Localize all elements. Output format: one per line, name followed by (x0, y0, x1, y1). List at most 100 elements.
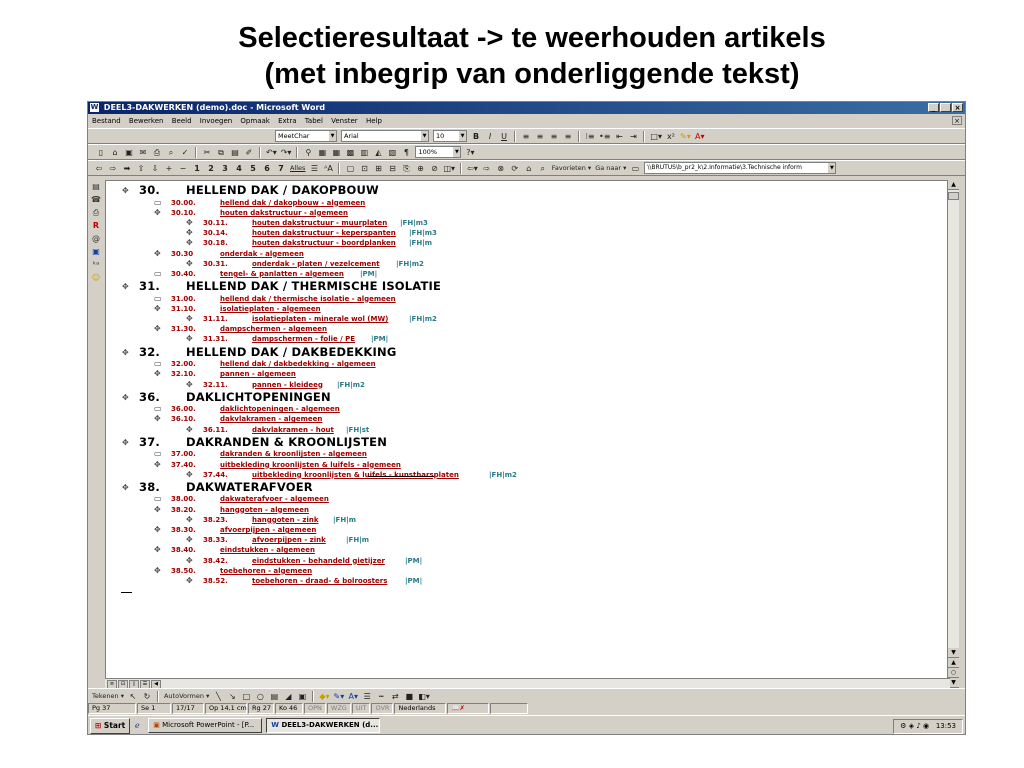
clipart-icon[interactable]: ▣ (297, 691, 307, 702)
undo-icon[interactable]: ↶▾ (266, 147, 277, 158)
task-word[interactable]: W DEEL3-DAKWERKEN (d... (266, 718, 381, 733)
tables-borders-icon[interactable]: ▦ (317, 147, 327, 158)
expand-marker-icon[interactable]: ✥ (122, 393, 129, 403)
scroll-up-icon[interactable]: ▲ (948, 180, 959, 190)
superscript-icon[interactable]: x² (666, 131, 676, 142)
level-6-button[interactable]: 6 (262, 163, 272, 174)
show-formatting-icon[interactable]: ᴬA (323, 163, 333, 174)
lock-document-icon[interactable]: ◫▾ (443, 163, 455, 174)
phone-icon[interactable]: ☎ (90, 194, 102, 206)
remove-subdoc-icon[interactable]: ⊟ (387, 163, 397, 174)
expand-marker-icon[interactable]: ✥ (186, 314, 193, 324)
collapse-marker-icon[interactable]: ▭ (154, 494, 162, 504)
shield-icon[interactable]: ◈ (909, 722, 914, 730)
border-icon[interactable]: □▾ (650, 131, 662, 142)
expand-marker-icon[interactable]: ✥ (186, 556, 193, 566)
document-close-button[interactable]: × (952, 116, 962, 125)
create-subdoc-icon[interactable]: ⊞ (373, 163, 383, 174)
menu-venster[interactable]: Venster (331, 117, 358, 125)
status-track-changes[interactable]: WZG (326, 703, 351, 714)
print-icon[interactable]: ⎙ (152, 147, 162, 158)
align-right-icon[interactable]: ≡ (549, 131, 559, 142)
collapse-marker-icon[interactable]: ▭ (154, 359, 162, 369)
rectangle-icon[interactable]: □ (241, 691, 251, 702)
expand-marker-icon[interactable]: ✥ (186, 259, 193, 269)
arrow-icon[interactable]: ↘ (227, 691, 237, 702)
expand-marker-icon[interactable]: ✥ (154, 545, 161, 555)
merge-subdoc-icon[interactable]: ⊕ (415, 163, 425, 174)
status-record[interactable]: OPN (304, 703, 326, 714)
spelling-status-icon[interactable]: 📖✗ (447, 703, 490, 714)
highlight-icon[interactable]: ✎▾ (680, 131, 691, 142)
expand-marker-icon[interactable]: ✥ (186, 218, 193, 228)
drawing-font-color-icon[interactable]: A▾ (348, 691, 359, 702)
collapse-marker-icon[interactable]: ▭ (154, 294, 162, 304)
expand-marker-icon[interactable]: ✥ (154, 249, 161, 259)
address-combo[interactable]: \\BRUTUS\b_pr2_k\2.Informatie\3.Technisc… (644, 162, 837, 174)
expand-marker-icon[interactable]: ✥ (186, 535, 193, 545)
scroll-down-icon[interactable]: ▼ (948, 648, 959, 658)
document-icon[interactable]: ▤ (90, 181, 102, 193)
font-color-icon[interactable]: A▾ (695, 131, 705, 142)
scroll-thumb[interactable] (948, 192, 959, 200)
collapse-marker-icon[interactable]: ▭ (154, 404, 162, 414)
first-line-only-icon[interactable]: ☰ (309, 163, 319, 174)
select-objects-icon[interactable]: ↖ (128, 691, 138, 702)
bold-icon[interactable]: B (471, 131, 481, 142)
collapse-marker-icon[interactable]: ▭ (154, 449, 162, 459)
free-rotate-icon[interactable]: ↻ (142, 691, 152, 702)
expand-marker-icon[interactable]: ✥ (154, 525, 161, 535)
align-center-icon[interactable]: ≡ (535, 131, 545, 142)
columns-icon[interactable]: ▥ (359, 147, 369, 158)
expand-icon[interactable]: + (164, 163, 174, 174)
insert-excel-icon[interactable]: ▩ (345, 147, 355, 158)
level-4-button[interactable]: 4 (234, 163, 244, 174)
collapse-marker-icon[interactable]: ▭ (154, 269, 162, 279)
expand-marker-icon[interactable]: ✥ (154, 505, 161, 515)
red-r-icon[interactable]: R (90, 220, 102, 232)
line-style-icon[interactable]: ☰ (362, 691, 372, 702)
document-map-icon[interactable]: ▧ (387, 147, 397, 158)
expand-marker-icon[interactable]: ✥ (122, 348, 129, 358)
master-document-icon[interactable]: ▢ (345, 163, 355, 174)
vertical-scrollbar[interactable]: ▲ ▼ ▲ ○ ▼ (947, 180, 959, 688)
expand-marker-icon[interactable]: ✥ (154, 324, 161, 334)
home-icon[interactable]: ⌂ (524, 163, 534, 174)
line-icon[interactable]: ╲ (213, 691, 223, 702)
zoom-combo[interactable]: 100% ▼ (415, 146, 462, 158)
align-left-icon[interactable]: ≡ (521, 131, 531, 142)
increase-indent-icon[interactable]: ⇥ (628, 131, 638, 142)
expand-marker-icon[interactable]: ✥ (186, 380, 193, 390)
start-button[interactable]: ⊞ Start (90, 717, 131, 734)
address-book-icon[interactable]: ▣ (90, 246, 102, 258)
drawing-icon[interactable]: ◭ (373, 147, 383, 158)
at-icon[interactable]: @ (90, 233, 102, 245)
insert-subdoc-icon[interactable]: ⎘ (401, 163, 411, 174)
spelling-icon[interactable]: ✓ (180, 147, 190, 158)
expand-marker-icon[interactable]: ✥ (122, 186, 129, 196)
draw-menu-button[interactable]: Tekenen ▾ (92, 691, 124, 702)
cut-icon[interactable]: ✂ (202, 147, 212, 158)
line-color-icon[interactable]: ✎▾ (334, 691, 345, 702)
move-up-icon[interactable]: ⇧ (136, 163, 146, 174)
window-titlebar[interactable]: W DEEL3-DAKWERKEN (demo).doc - Microsoft… (88, 102, 965, 114)
promote-icon[interactable]: ⇦ (94, 163, 104, 174)
shadow-icon[interactable]: ■ (404, 691, 414, 702)
menu-help[interactable]: Help (366, 117, 382, 125)
expand-marker-icon[interactable]: ✥ (154, 414, 161, 424)
save-icon[interactable]: ▣ (124, 147, 134, 158)
document-area[interactable]: ✥ 30. HELLEND DAK / DAKOPBOUW ▭ 30.00. hellen… (105, 180, 950, 680)
level-5-button[interactable]: 5 (248, 163, 258, 174)
close-button[interactable]: × (952, 103, 963, 112)
menu-bewerken[interactable]: Bewerken (129, 117, 164, 125)
level-1-button[interactable]: 1 (192, 163, 202, 174)
collapse-marker-icon[interactable]: ▭ (154, 198, 162, 208)
refresh-icon[interactable]: ⟳ (510, 163, 520, 174)
oval-icon[interactable]: ○ (255, 691, 265, 702)
numbering-icon[interactable]: ⁝≡ (585, 131, 595, 142)
arrow-style-icon[interactable]: ⇄ (390, 691, 400, 702)
expand-marker-icon[interactable]: ✥ (122, 438, 129, 448)
move-down-icon[interactable]: ⇩ (150, 163, 160, 174)
wordart-icon[interactable]: ◢ (283, 691, 293, 702)
stop-icon[interactable]: ⊗ (496, 163, 506, 174)
